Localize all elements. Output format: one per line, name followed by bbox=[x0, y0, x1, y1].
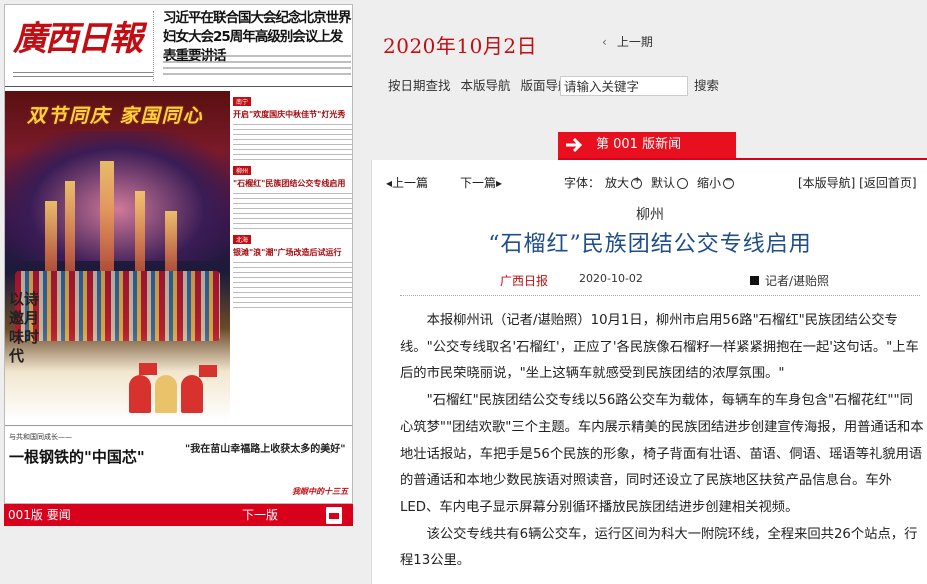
nav-by-date[interactable]: 按日期查找 bbox=[388, 78, 451, 93]
article-kicker: 柳州 bbox=[636, 207, 664, 223]
search-input[interactable] bbox=[560, 76, 688, 96]
newspaper-panel: 廣西日報 习近平在联合国大会纪念北京世界妇女大会25周年高级别会议上发表重要讲话… bbox=[0, 0, 355, 584]
right-col-headline: 开启"欢度国庆中秋佳节"灯光秀 bbox=[233, 110, 346, 119]
nav-row: 按日期查找 本版导航 版面导航 bbox=[388, 76, 577, 96]
square-bullet-icon bbox=[750, 276, 759, 285]
right-col-text bbox=[233, 193, 352, 229]
prev-article-label: 上一篇 bbox=[392, 176, 429, 190]
photo-tower bbox=[45, 201, 57, 271]
front-page-photo: 双节同庆 家国同心 bbox=[5, 91, 230, 421]
divider bbox=[400, 295, 920, 296]
font-smaller-label: 缩小 bbox=[697, 176, 722, 190]
prev-issue-link[interactable]: ‹ 上一期 bbox=[602, 33, 653, 50]
masthead-subinfo bbox=[13, 68, 153, 82]
bottom-story-b-headline: "我在苗山幸福路上收获太多的美好" bbox=[185, 444, 346, 455]
article-date: 2020-10-02 bbox=[579, 272, 643, 285]
photo-crowd bbox=[15, 271, 220, 341]
article-meta: 广西日报 2020-10-02 记者/谌贻照 bbox=[372, 272, 927, 288]
right-col-story: 南宁 开启"欢度国庆中秋佳节"灯光秀 bbox=[233, 91, 352, 160]
font-bigger-option[interactable]: 放大 bbox=[605, 174, 643, 191]
next-article-link[interactable]: 下一篇▸ bbox=[460, 174, 502, 191]
article-source: 广西日报 bbox=[500, 274, 549, 288]
next-article-label: 下一篇 bbox=[460, 176, 497, 190]
right-col-story: 柳州 "石榴红"民族团结公交专线启用 bbox=[233, 160, 352, 229]
bottom-story-a: 与共和国同成长—— 一根钢铁的"中国芯" bbox=[9, 432, 179, 467]
photo-night-sky bbox=[5, 131, 230, 261]
photo-tower bbox=[65, 181, 75, 271]
article-author: 记者/谌贻照 bbox=[750, 272, 829, 289]
triangle-right-icon: ▸ bbox=[496, 176, 503, 190]
right-col-text bbox=[233, 262, 352, 308]
search-button[interactable]: 搜索 bbox=[694, 76, 719, 96]
chevron-left-icon: ‹ bbox=[602, 35, 607, 49]
edition-banner: 第 001 版新闻 bbox=[558, 132, 736, 158]
article-paragraph: "石榴红"民族团结公交专线以56路公交车为载体，每辆车的车身包含"石榴花红""同… bbox=[400, 393, 924, 515]
paper-right-column: 南宁 开启"欢度国庆中秋佳节"灯光秀 柳州 "石榴红"民族团结公交专线启用 北海… bbox=[233, 91, 352, 421]
right-col-text bbox=[233, 124, 352, 160]
next-page-link[interactable]: 下一版 bbox=[242, 504, 278, 526]
font-size-label: 字体： bbox=[564, 176, 601, 190]
right-col-tag: 南宁 bbox=[233, 97, 252, 106]
page-nav-links[interactable]: [本版导航] [返回首页] bbox=[798, 174, 917, 191]
photo-child bbox=[129, 375, 151, 413]
photo-children bbox=[125, 361, 225, 413]
paper-bottom-strip: 与共和国同成长—— 一根钢铁的"中国芯" "我在苗山幸福路上收获太多的美好" 我… bbox=[5, 425, 352, 503]
photo-tower bbox=[165, 211, 177, 271]
pdf-icon[interactable] bbox=[326, 507, 342, 524]
radio-icon bbox=[677, 178, 689, 189]
article-body: 本报柳州讯（记者/谌贻照）10月1日，柳州市启用56路"石榴红"民族团结公交专线… bbox=[400, 308, 924, 575]
nav-this-page[interactable]: 本版导航 bbox=[461, 78, 511, 93]
prev-article-link[interactable]: ◂上一篇 bbox=[386, 174, 428, 191]
vertical-headline: 以诗邀月味时代 bbox=[9, 290, 40, 365]
right-col-headline: "石榴红"民族团结公交专线启用 bbox=[233, 179, 346, 188]
photo-child bbox=[181, 375, 203, 413]
photo-title: 双节同庆 家国同心 bbox=[27, 105, 204, 127]
right-col-headline: 银滩"浪"潮"广场改造后试运行 bbox=[233, 248, 342, 257]
page-bar-label[interactable]: 001版 要闻 bbox=[8, 504, 71, 526]
right-col-tag: 柳州 bbox=[233, 166, 252, 175]
article-title: “石榴红”民族团结公交专线启用 bbox=[488, 232, 812, 257]
bottom-story-a-kicker: 与共和国同成长—— bbox=[9, 433, 72, 441]
zoom-in-icon bbox=[631, 175, 643, 189]
font-default-option[interactable]: 默认 bbox=[651, 174, 689, 191]
right-col-story: 北海 银滩"浪"潮"广场改造后试运行 bbox=[233, 229, 352, 308]
photo-tower bbox=[100, 161, 114, 271]
arrow-right-icon bbox=[566, 137, 583, 153]
masthead: 廣西日報 习近平在联合国大会纪念北京世界妇女大会25周年高级别会议上发表重要讲话 bbox=[5, 5, 352, 87]
font-default-label: 默认 bbox=[651, 176, 676, 190]
article-paragraph: 本报柳州讯（记者/谌贻照）10月1日，柳州市启用56路"石榴红"民族团结公交专线… bbox=[400, 313, 919, 382]
article-panel: ◂上一篇 下一篇▸ 字体： 放大 默认 缩小 [本版导航] [返回首页] 柳州 … bbox=[371, 160, 927, 584]
font-bigger-label: 放大 bbox=[605, 176, 630, 190]
flag-icon bbox=[199, 365, 217, 377]
newspaper-page-image[interactable]: 廣西日報 习近平在联合国大会纪念北京世界妇女大会25周年高级别会议上发表重要讲话… bbox=[4, 4, 353, 504]
bottom-story-a-headline: 一根钢铁的"中国芯" bbox=[9, 448, 145, 466]
photo-child bbox=[155, 375, 177, 413]
right-col-tag: 北海 bbox=[233, 235, 252, 244]
masthead-divider bbox=[153, 11, 161, 81]
photo-tower bbox=[135, 191, 145, 271]
masthead-text-lines bbox=[163, 51, 351, 81]
issue-date: 2020年10月2日 bbox=[383, 34, 538, 58]
zoom-out-icon bbox=[723, 175, 735, 189]
edition-label: 第 001 版新闻 bbox=[596, 137, 682, 152]
flag-icon bbox=[139, 363, 157, 375]
article-toolbar: ◂上一篇 下一篇▸ 字体： 放大 默认 缩小 [本版导航] [返回首页] bbox=[386, 174, 926, 192]
font-smaller-option[interactable]: 缩小 bbox=[697, 174, 735, 191]
article-author-name: 记者/谌贻照 bbox=[765, 274, 830, 288]
article-paragraph: 该公交专线共有6辆公交车，运行区间为科大一附院环线，全程来回共26个站点，行程1… bbox=[400, 526, 918, 569]
prev-issue-label: 上一期 bbox=[616, 35, 653, 49]
page-bar: 001版 要闻 下一版 bbox=[4, 504, 353, 526]
masthead-logo: 廣西日報 bbox=[13, 19, 143, 59]
bottom-story-c-label: 我眼中的十三五 bbox=[292, 487, 348, 496]
